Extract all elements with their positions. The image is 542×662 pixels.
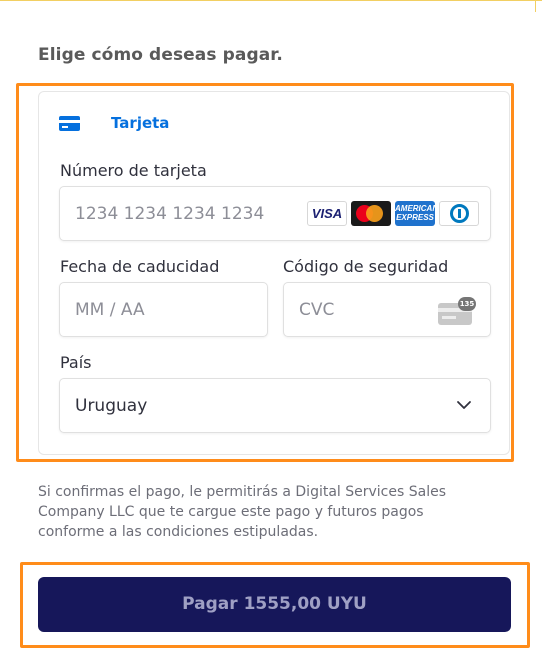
top-divider-corner — [535, 0, 536, 12]
page-title: Elige cómo deseas pagar. — [38, 45, 283, 65]
top-divider — [0, 0, 542, 1]
form-highlight-box — [16, 83, 514, 462]
consent-text: Si confirmas el pago, le permitirás a Di… — [38, 484, 447, 540]
pay-highlight-box — [20, 562, 530, 648]
